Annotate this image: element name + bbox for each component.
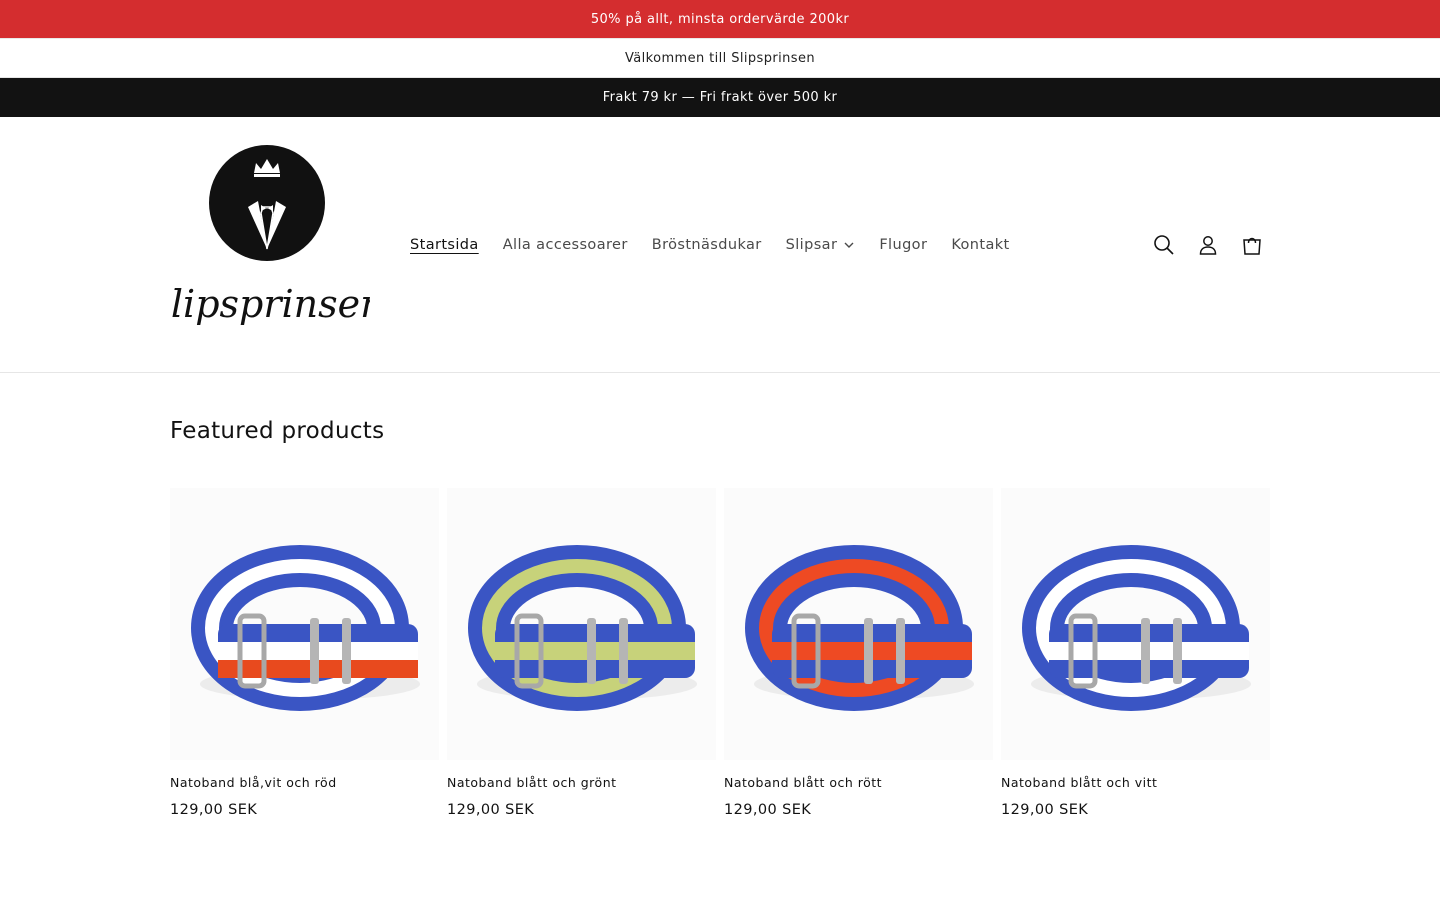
welcome-announcement-text: Välkommen till Slipsprinsen: [624, 50, 815, 66]
site-header: slipsprinsen Startsida Alla accessoarer …: [0, 117, 1440, 373]
nav-kontakt[interactable]: Kontakt: [939, 231, 1021, 259]
product-price: 129,00 SEK: [724, 802, 812, 818]
product-price: 129,00 SEK: [447, 802, 535, 818]
product-grid: Natoband blå,vit och röd 129,00 SEK Nato…: [170, 488, 1270, 818]
header-icons: [1142, 223, 1274, 267]
account-button[interactable]: [1186, 223, 1230, 267]
product-card[interactable]: Natoband blå,vit och röd 129,00 SEK: [170, 488, 439, 818]
chevron-down-icon: [844, 242, 854, 248]
svg-text:slipsprinsen: slipsprinsen: [170, 282, 370, 326]
featured-products-title: Featured products: [170, 418, 385, 444]
shipping-announcement-bar: Frakt 79 kr — Fri frakt över 500 kr: [0, 78, 1440, 117]
product-title[interactable]: Natoband blått och rött: [724, 775, 993, 790]
account-icon: [1199, 236, 1217, 255]
product-title[interactable]: Natoband blått och grönt: [447, 775, 716, 790]
product-price: 129,00 SEK: [1001, 802, 1089, 818]
product-card[interactable]: Natoband blått och rött 129,00 SEK: [724, 488, 993, 818]
nav-startsida[interactable]: Startsida: [398, 231, 491, 259]
featured-products-section: Featured products Natoband blå,vit och r…: [170, 418, 1270, 818]
product-price: 129,00 SEK: [170, 802, 258, 818]
product-image[interactable]: [724, 488, 993, 760]
product-image[interactable]: [170, 488, 439, 760]
product-image[interactable]: [447, 488, 716, 760]
product-card[interactable]: Natoband blått och vitt 129,00 SEK: [1001, 488, 1270, 818]
nav-flugor-label: Flugor: [879, 237, 928, 253]
nav-alla-accessoarer[interactable]: Alla accessoarer: [491, 231, 640, 259]
product-image[interactable]: [1001, 488, 1270, 760]
search-icon: [1154, 235, 1174, 255]
cart-button[interactable]: [1230, 223, 1274, 267]
nav-alla-accessoarer-label: Alla accessoarer: [502, 237, 628, 253]
promo-announcement-text: 50% på allt, minsta ordervärde 200kr: [590, 11, 850, 27]
nav-slipsar-label: Slipsar: [785, 237, 838, 253]
slipsprinsen-logo[interactable]: slipsprinsen: [170, 145, 370, 340]
nav-startsida-label: Startsida: [410, 237, 479, 253]
cart-icon: [1243, 237, 1261, 255]
shipping-announcement-text: Frakt 79 kr — Fri frakt över 500 kr: [602, 90, 838, 105]
nav-kontakt-label: Kontakt: [951, 237, 1010, 253]
nav-slipsar[interactable]: Slipsar: [774, 231, 868, 259]
product-title[interactable]: Natoband blått och vitt: [1001, 775, 1270, 790]
product-card[interactable]: Natoband blått och grönt 129,00 SEK: [447, 488, 716, 818]
product-title[interactable]: Natoband blå,vit och röd: [170, 775, 439, 790]
nav-flugor[interactable]: Flugor: [867, 231, 939, 259]
promo-announcement-bar: 50% på allt, minsta ordervärde 200kr: [0, 0, 1440, 39]
main-navigation: Startsida Alla accessoarer Bröstnäsdukar…: [398, 231, 1022, 259]
nav-brostnasdukar-label: Bröstnäsdukar: [651, 237, 762, 253]
welcome-announcement-bar: Välkommen till Slipsprinsen: [0, 39, 1440, 78]
nav-brostnasdukar[interactable]: Bröstnäsdukar: [640, 231, 774, 259]
search-button[interactable]: [1142, 223, 1186, 267]
